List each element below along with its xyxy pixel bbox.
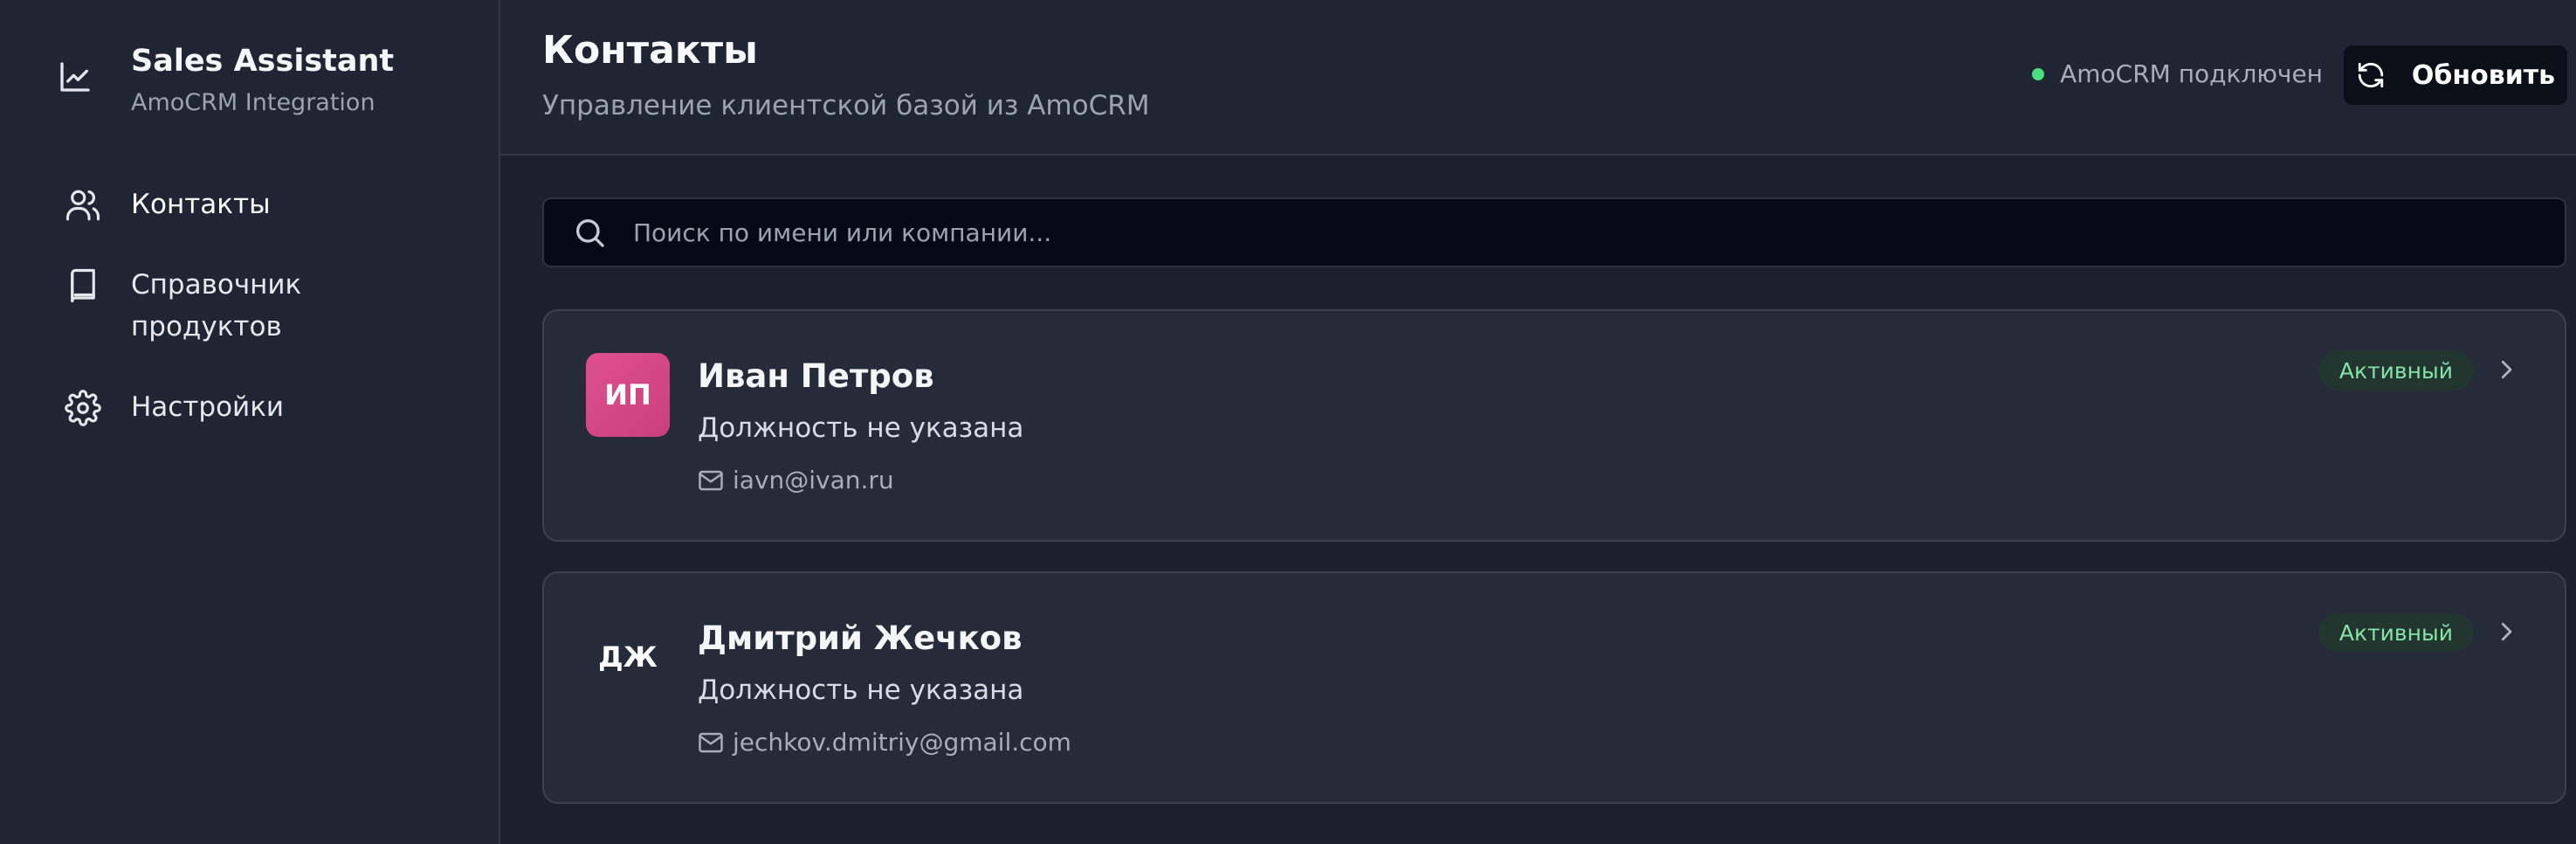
main-content: Контакты Управление клиентской базой из … [500,0,2576,844]
refresh-button[interactable]: Обновить [2344,45,2567,105]
gear-icon [65,390,101,426]
search-bar [542,197,2566,267]
refresh-button-label: Обновить [2411,59,2556,91]
sidebar-item-settings[interactable]: Настройки [65,386,475,428]
avatar: ИП [586,353,670,437]
contact-email-text: jechkov.dmitriy@gmail.com [733,728,1071,757]
contact-name: Дмитрий Жечков [698,619,1023,657]
sidebar-item-contacts[interactable]: Контакты [65,183,475,225]
contact-role: Должность не указана [698,412,1024,444]
mail-icon [699,732,723,753]
brand-text: Sales Assistant AmoCRM Integration [131,40,394,121]
refresh-icon [2358,62,2384,88]
contact-name: Иван Петров [698,357,934,395]
page-header: Контакты Управление клиентской базой из … [500,0,2576,156]
contact-role: Должность не указана [698,675,1024,706]
mail-icon [699,470,723,491]
sidebar-item-label: Контакты [131,189,271,220]
search-icon [576,218,604,247]
sidebar: Sales Assistant AmoCRM Integration Конта… [0,0,500,844]
app: Sales Assistant AmoCRM Integration Конта… [0,0,2576,844]
sidebar-item-label: Справочник продуктов [131,269,302,342]
contact-card[interactable]: ДЖ Дмитрий Жечков Должность не указана j… [542,571,2566,804]
line-chart-icon [60,62,90,92]
brand-subtitle: AmoCRM Integration [131,89,375,116]
contact-email: iavn@ivan.ru [698,463,894,498]
contact-email-text: iavn@ivan.ru [733,466,894,495]
search-input[interactable] [633,199,2565,266]
chevron-right-icon[interactable] [2493,619,2519,645]
avatar: ДЖ [598,640,658,674]
sidebar-item-products[interactable]: Справочник продуктов [65,264,475,348]
contact-card[interactable]: ИП Иван Петров Должность не указана iavn… [542,309,2566,542]
status-badge: Активный [2318,351,2474,390]
sidebar-nav: Контакты Справочник продуктов Настройки [65,183,475,428]
brand-title: Sales Assistant [131,44,395,79]
status-badge: Активный [2318,613,2474,652]
page-subtitle: Управление клиентской базой из AmoCRM [542,90,1150,121]
book-icon [71,268,95,303]
connection-status: AmoCRM подключен [2032,59,2323,88]
status-text: AmoCRM подключен [2060,59,2323,88]
page-title: Контакты [542,28,758,73]
chevron-right-icon[interactable] [2493,356,2519,383]
users-icon [65,190,100,221]
sidebar-item-label: Настройки [131,391,285,423]
status-dot-icon [2032,67,2045,80]
brand: Sales Assistant AmoCRM Integration [58,40,394,121]
contact-email: jechkov.dmitriy@gmail.com [698,725,1071,760]
